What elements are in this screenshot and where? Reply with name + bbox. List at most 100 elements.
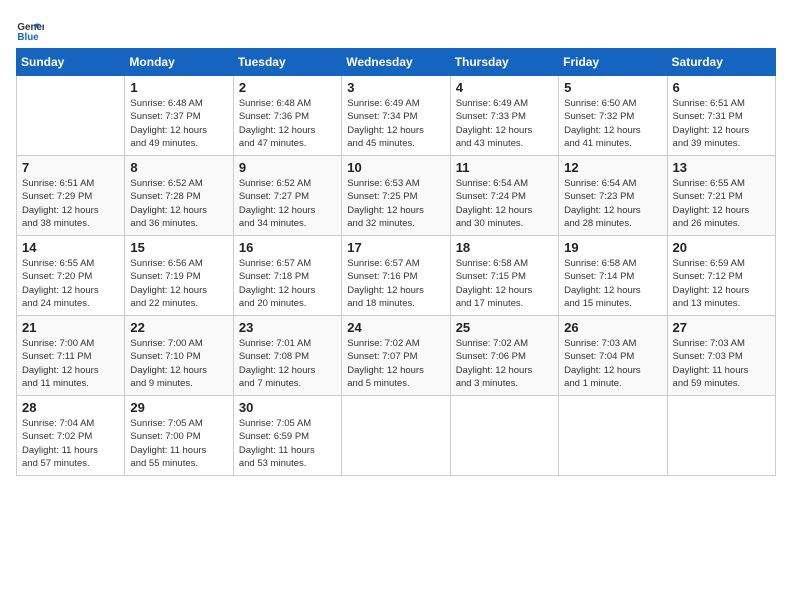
day-info: Sunrise: 7:04 AM Sunset: 7:02 PM Dayligh… [22,417,119,470]
day-info: Sunrise: 6:58 AM Sunset: 7:14 PM Dayligh… [564,257,661,310]
weekday-header-wednesday: Wednesday [342,49,450,76]
calendar-header: SundayMondayTuesdayWednesdayThursdayFrid… [17,49,776,76]
day-info: Sunrise: 7:05 AM Sunset: 6:59 PM Dayligh… [239,417,336,470]
day-number: 10 [347,160,444,175]
calendar-week-row: 28 Sunrise: 7:04 AM Sunset: 7:02 PM Dayli… [17,396,776,476]
calendar-cell: 8Sunrise: 6:52 AM Sunset: 7:28 PM Daylig… [125,156,233,236]
calendar-cell: 24Sunrise: 7:02 AM Sunset: 7:07 PM Dayli… [342,316,450,396]
day-number: 9 [239,160,336,175]
calendar-cell: 28 Sunrise: 7:04 AM Sunset: 7:02 PM Dayli… [17,396,125,476]
day-info: Sunrise: 6:54 AM Sunset: 7:23 PM Dayligh… [564,177,661,230]
day-info: Sunrise: 6:57 AM Sunset: 7:18 PM Dayligh… [239,257,336,310]
day-info: Sunrise: 6:54 AM Sunset: 7:24 PM Dayligh… [456,177,553,230]
logo-icon: General Blue [16,16,44,44]
day-number: 28 [22,400,119,415]
day-info: Sunrise: 6:57 AM Sunset: 7:16 PM Dayligh… [347,257,444,310]
day-number: 23 [239,320,336,335]
day-number: 4 [456,80,553,95]
calendar-cell: 21Sunrise: 7:00 AM Sunset: 7:11 PM Dayli… [17,316,125,396]
day-number: 29 [130,400,227,415]
calendar-week-row: 1Sunrise: 6:48 AM Sunset: 7:37 PM Daylig… [17,76,776,156]
calendar-cell [667,396,775,476]
calendar-cell: 13 Sunrise: 6:55 AM Sunset: 7:21 PM Dayli… [667,156,775,236]
calendar-week-row: 21Sunrise: 7:00 AM Sunset: 7:11 PM Dayli… [17,316,776,396]
day-number: 25 [456,320,553,335]
day-info: Sunrise: 6:55 AM Sunset: 7:20 PM Dayligh… [22,257,119,310]
weekday-header-thursday: Thursday [450,49,558,76]
day-info: Sunrise: 7:01 AM Sunset: 7:08 PM Dayligh… [239,337,336,390]
calendar-cell: 23 Sunrise: 7:01 AM Sunset: 7:08 PM Dayli… [233,316,341,396]
day-info: Sunrise: 6:50 AM Sunset: 7:32 PM Dayligh… [564,97,661,150]
day-number: 14 [22,240,119,255]
day-number: 15 [130,240,227,255]
day-info: Sunrise: 7:02 AM Sunset: 7:06 PM Dayligh… [456,337,553,390]
day-number: 17 [347,240,444,255]
calendar-cell: 5 Sunrise: 6:50 AM Sunset: 7:32 PM Daylig… [559,76,667,156]
calendar-cell: 6 Sunrise: 6:51 AM Sunset: 7:31 PM Daylig… [667,76,775,156]
day-number: 13 [673,160,770,175]
day-info: Sunrise: 7:05 AM Sunset: 7:00 PM Dayligh… [130,417,227,470]
calendar-cell: 3 Sunrise: 6:49 AM Sunset: 7:34 PM Daylig… [342,76,450,156]
day-info: Sunrise: 6:49 AM Sunset: 7:33 PM Dayligh… [456,97,553,150]
day-info: Sunrise: 7:03 AM Sunset: 7:04 PM Dayligh… [564,337,661,390]
day-number: 8 [130,160,227,175]
calendar-cell: 14 Sunrise: 6:55 AM Sunset: 7:20 PM Dayli… [17,236,125,316]
calendar-cell: 30 Sunrise: 7:05 AM Sunset: 6:59 PM Dayli… [233,396,341,476]
calendar-cell: 1Sunrise: 6:48 AM Sunset: 7:37 PM Daylig… [125,76,233,156]
day-info: Sunrise: 6:52 AM Sunset: 7:27 PM Dayligh… [239,177,336,230]
day-number: 7 [22,160,119,175]
day-info: Sunrise: 7:00 AM Sunset: 7:11 PM Dayligh… [22,337,119,390]
weekday-header-monday: Monday [125,49,233,76]
day-info: Sunrise: 7:00 AM Sunset: 7:10 PM Dayligh… [130,337,227,390]
svg-text:Blue: Blue [17,32,39,43]
calendar-cell: 20 Sunrise: 6:59 AM Sunset: 7:12 PM Dayli… [667,236,775,316]
weekday-header-row: SundayMondayTuesdayWednesdayThursdayFrid… [17,49,776,76]
day-info: Sunrise: 6:49 AM Sunset: 7:34 PM Dayligh… [347,97,444,150]
day-number: 6 [673,80,770,95]
calendar-cell: 9 Sunrise: 6:52 AM Sunset: 7:27 PM Daylig… [233,156,341,236]
calendar-week-row: 14 Sunrise: 6:55 AM Sunset: 7:20 PM Dayli… [17,236,776,316]
calendar-cell: 2Sunrise: 6:48 AM Sunset: 7:36 PM Daylig… [233,76,341,156]
logo: General Blue [16,16,48,44]
day-number: 20 [673,240,770,255]
day-number: 30 [239,400,336,415]
calendar-table: SundayMondayTuesdayWednesdayThursdayFrid… [16,48,776,476]
calendar-body: 1Sunrise: 6:48 AM Sunset: 7:37 PM Daylig… [17,76,776,476]
calendar-cell: 4 Sunrise: 6:49 AM Sunset: 7:33 PM Daylig… [450,76,558,156]
calendar-cell: 16Sunrise: 6:57 AM Sunset: 7:18 PM Dayli… [233,236,341,316]
calendar-cell [559,396,667,476]
weekday-header-friday: Friday [559,49,667,76]
day-info: Sunrise: 6:48 AM Sunset: 7:36 PM Dayligh… [239,97,336,150]
day-number: 22 [130,320,227,335]
day-number: 26 [564,320,661,335]
calendar-cell: 12 Sunrise: 6:54 AM Sunset: 7:23 PM Dayli… [559,156,667,236]
weekday-header-tuesday: Tuesday [233,49,341,76]
day-number: 27 [673,320,770,335]
calendar-cell: 19 Sunrise: 6:58 AM Sunset: 7:14 PM Dayli… [559,236,667,316]
calendar-cell: 26 Sunrise: 7:03 AM Sunset: 7:04 PM Dayli… [559,316,667,396]
day-number: 24 [347,320,444,335]
calendar-cell [17,76,125,156]
calendar-cell: 25 Sunrise: 7:02 AM Sunset: 7:06 PM Dayli… [450,316,558,396]
day-info: Sunrise: 7:03 AM Sunset: 7:03 PM Dayligh… [673,337,770,390]
day-info: Sunrise: 6:55 AM Sunset: 7:21 PM Dayligh… [673,177,770,230]
calendar-cell: 18 Sunrise: 6:58 AM Sunset: 7:15 PM Dayli… [450,236,558,316]
calendar-week-row: 7Sunrise: 6:51 AM Sunset: 7:29 PM Daylig… [17,156,776,236]
weekday-header-sunday: Sunday [17,49,125,76]
day-number: 19 [564,240,661,255]
calendar-cell [342,396,450,476]
weekday-header-saturday: Saturday [667,49,775,76]
calendar-cell: 17 Sunrise: 6:57 AM Sunset: 7:16 PM Dayli… [342,236,450,316]
day-info: Sunrise: 6:59 AM Sunset: 7:12 PM Dayligh… [673,257,770,310]
day-info: Sunrise: 6:58 AM Sunset: 7:15 PM Dayligh… [456,257,553,310]
day-number: 18 [456,240,553,255]
day-number: 12 [564,160,661,175]
day-number: 5 [564,80,661,95]
calendar-cell: 10Sunrise: 6:53 AM Sunset: 7:25 PM Dayli… [342,156,450,236]
day-info: Sunrise: 6:51 AM Sunset: 7:31 PM Dayligh… [673,97,770,150]
calendar-cell: 7Sunrise: 6:51 AM Sunset: 7:29 PM Daylig… [17,156,125,236]
day-number: 3 [347,80,444,95]
day-number: 1 [130,80,227,95]
page-header: General Blue [16,16,776,44]
calendar-cell: 15Sunrise: 6:56 AM Sunset: 7:19 PM Dayli… [125,236,233,316]
